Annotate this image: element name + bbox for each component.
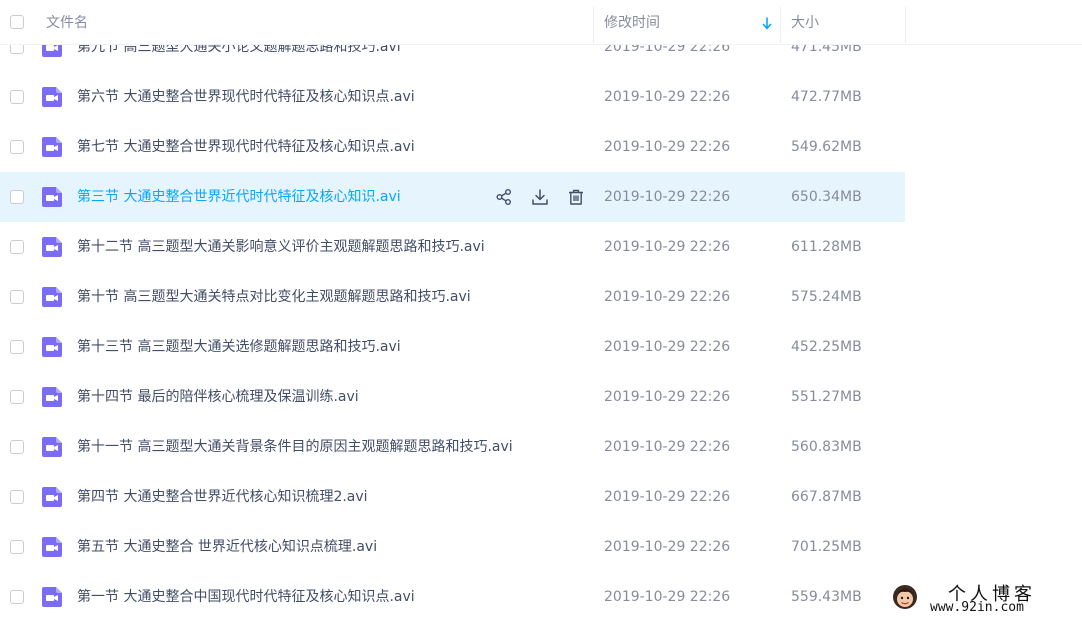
row-checkbox[interactable] — [10, 340, 24, 354]
file-name[interactable]: 第十二节 高三题型大通关影响意义评价主观题解题思路和技巧.avi — [77, 222, 485, 272]
table-row[interactable]: 第十二节 高三题型大通关影响意义评价主观题解题思路和技巧.avi 2019-10-… — [0, 222, 905, 272]
table-row[interactable]: 第七节 大通史整合世界现代时代特征及核心知识点.avi 2019-10-29 22… — [0, 122, 905, 172]
file-name[interactable]: 第三节 大通史整合世界近代时代特征及核心知识.avi — [77, 172, 401, 222]
file-modified-time: 2019-10-29 22:26 — [604, 139, 731, 155]
file-modified-time: 2019-10-29 22:26 — [604, 189, 731, 205]
row-checkbox[interactable] — [10, 590, 24, 604]
row-checkbox[interactable] — [10, 290, 24, 304]
file-modified-time: 2019-10-29 22:26 — [604, 339, 731, 355]
file-list-view: 第九节 高三题型大通关小论文题解题思路和技巧.avi 2019-10-29 22:… — [0, 0, 1082, 621]
delete-button[interactable] — [566, 186, 586, 208]
file-name[interactable]: 第十一节 高三题型大通关背景条件目的原因主观题解题思路和技巧.avi — [77, 422, 513, 472]
watermark-url: www.92in.com — [930, 600, 1024, 615]
video-file-icon — [42, 537, 62, 557]
video-file-icon — [42, 237, 62, 257]
share-button[interactable] — [494, 186, 514, 208]
row-checkbox[interactable] — [10, 190, 24, 204]
list-header: 文件名 修改时间 大小 — [0, 0, 1082, 45]
row-checkbox[interactable] — [10, 140, 24, 154]
select-all-checkbox[interactable] — [10, 0, 24, 44]
watermark: 个人博客 www.92in.com — [888, 580, 1078, 620]
file-name[interactable]: 第十四节 最后的陪伴核心梳理及保温训练.avi — [77, 372, 359, 422]
table-row[interactable]: 第六节 大通史整合世界现代时代特征及核心知识点.avi 2019-10-29 22… — [0, 72, 905, 122]
row-checkbox[interactable] — [10, 390, 24, 404]
table-row[interactable]: 第五节 大通史整合 世界近代核心知识点梳理.avi 2019-10-29 22:2… — [0, 522, 905, 572]
download-icon — [532, 189, 548, 205]
header-divider — [593, 7, 594, 43]
file-modified-time: 2019-10-29 22:26 — [604, 489, 731, 505]
video-file-icon — [42, 487, 62, 507]
select-all-box[interactable] — [10, 15, 24, 29]
video-file-icon — [42, 87, 62, 107]
file-size: 667.87MB — [791, 489, 862, 505]
header-filename[interactable]: 文件名 — [46, 0, 88, 44]
file-size: 472.77MB — [791, 89, 862, 105]
download-button[interactable] — [530, 186, 550, 208]
table-row[interactable]: 第十节 高三题型大通关特点对比变化主观题解题思路和技巧.avi 2019-10-2… — [0, 272, 905, 322]
row-checkbox[interactable] — [10, 440, 24, 454]
file-size: 559.43MB — [791, 589, 862, 605]
video-file-icon — [42, 137, 62, 157]
file-modified-time: 2019-10-29 22:26 — [604, 289, 731, 305]
file-modified-time: 2019-10-29 22:26 — [604, 589, 731, 605]
file-size: 575.24MB — [791, 289, 862, 305]
video-file-icon — [42, 387, 62, 407]
file-modified-time: 2019-10-29 22:26 — [604, 389, 731, 405]
table-row[interactable]: 第十一节 高三题型大通关背景条件目的原因主观题解题思路和技巧.avi 2019-1… — [0, 422, 905, 472]
share-icon — [496, 189, 511, 205]
file-name[interactable]: 第十三节 高三题型大通关选修题解题思路和技巧.avi — [77, 322, 401, 372]
row-actions — [494, 186, 586, 208]
file-name[interactable]: 第五节 大通史整合 世界近代核心知识点梳理.avi — [77, 522, 377, 572]
table-row[interactable]: 第四节 大通史整合世界近代核心知识梳理2.avi 2019-10-29 22:26… — [0, 472, 905, 522]
row-checkbox[interactable] — [10, 90, 24, 104]
avatar-icon — [893, 585, 917, 609]
row-checkbox[interactable] — [10, 540, 24, 554]
header-divider — [780, 7, 781, 43]
video-file-icon — [42, 187, 62, 207]
table-row[interactable]: 第一节 大通史整合中国现代时代特征及核心知识点.avi 2019-10-29 22… — [0, 572, 905, 621]
file-name[interactable]: 第六节 大通史整合世界现代时代特征及核心知识点.avi — [77, 72, 415, 122]
header-divider — [905, 7, 906, 43]
file-name[interactable]: 第七节 大通史整合世界现代时代特征及核心知识点.avi — [77, 122, 415, 172]
header-size[interactable]: 大小 — [791, 0, 819, 44]
file-size: 611.28MB — [791, 239, 862, 255]
video-file-icon — [42, 287, 62, 307]
file-modified-time: 2019-10-29 22:26 — [604, 439, 731, 455]
sort-down-arrow-icon[interactable] — [762, 17, 772, 31]
video-file-icon — [42, 337, 62, 357]
table-row[interactable]: 第十四节 最后的陪伴核心梳理及保温训练.avi 2019-10-29 22:26 5… — [0, 372, 905, 422]
row-checkbox[interactable] — [10, 240, 24, 254]
file-modified-time: 2019-10-29 22:26 — [604, 89, 731, 105]
file-name[interactable]: 第四节 大通史整合世界近代核心知识梳理2.avi — [77, 472, 368, 522]
file-modified-time: 2019-10-29 22:26 — [604, 539, 731, 555]
file-modified-time: 2019-10-29 22:26 — [604, 239, 731, 255]
file-size: 650.34MB — [791, 189, 862, 205]
file-size: 549.62MB — [791, 139, 862, 155]
trash-icon — [569, 189, 583, 205]
table-row[interactable]: 第三节 大通史整合世界近代时代特征及核心知识.avi 2019-10-29 22:… — [0, 172, 905, 222]
video-file-icon — [42, 437, 62, 457]
video-file-icon — [42, 587, 62, 607]
file-size: 551.27MB — [791, 389, 862, 405]
file-name[interactable]: 第一节 大通史整合中国现代时代特征及核心知识点.avi — [77, 572, 415, 621]
file-size: 701.25MB — [791, 539, 862, 555]
file-name[interactable]: 第十节 高三题型大通关特点对比变化主观题解题思路和技巧.avi — [77, 272, 471, 322]
header-modified-time[interactable]: 修改时间 — [604, 0, 660, 44]
table-row[interactable]: 第十三节 高三题型大通关选修题解题思路和技巧.avi 2019-10-29 22:… — [0, 322, 905, 372]
file-size: 560.83MB — [791, 439, 862, 455]
file-size: 452.25MB — [791, 339, 862, 355]
row-checkbox[interactable] — [10, 490, 24, 504]
